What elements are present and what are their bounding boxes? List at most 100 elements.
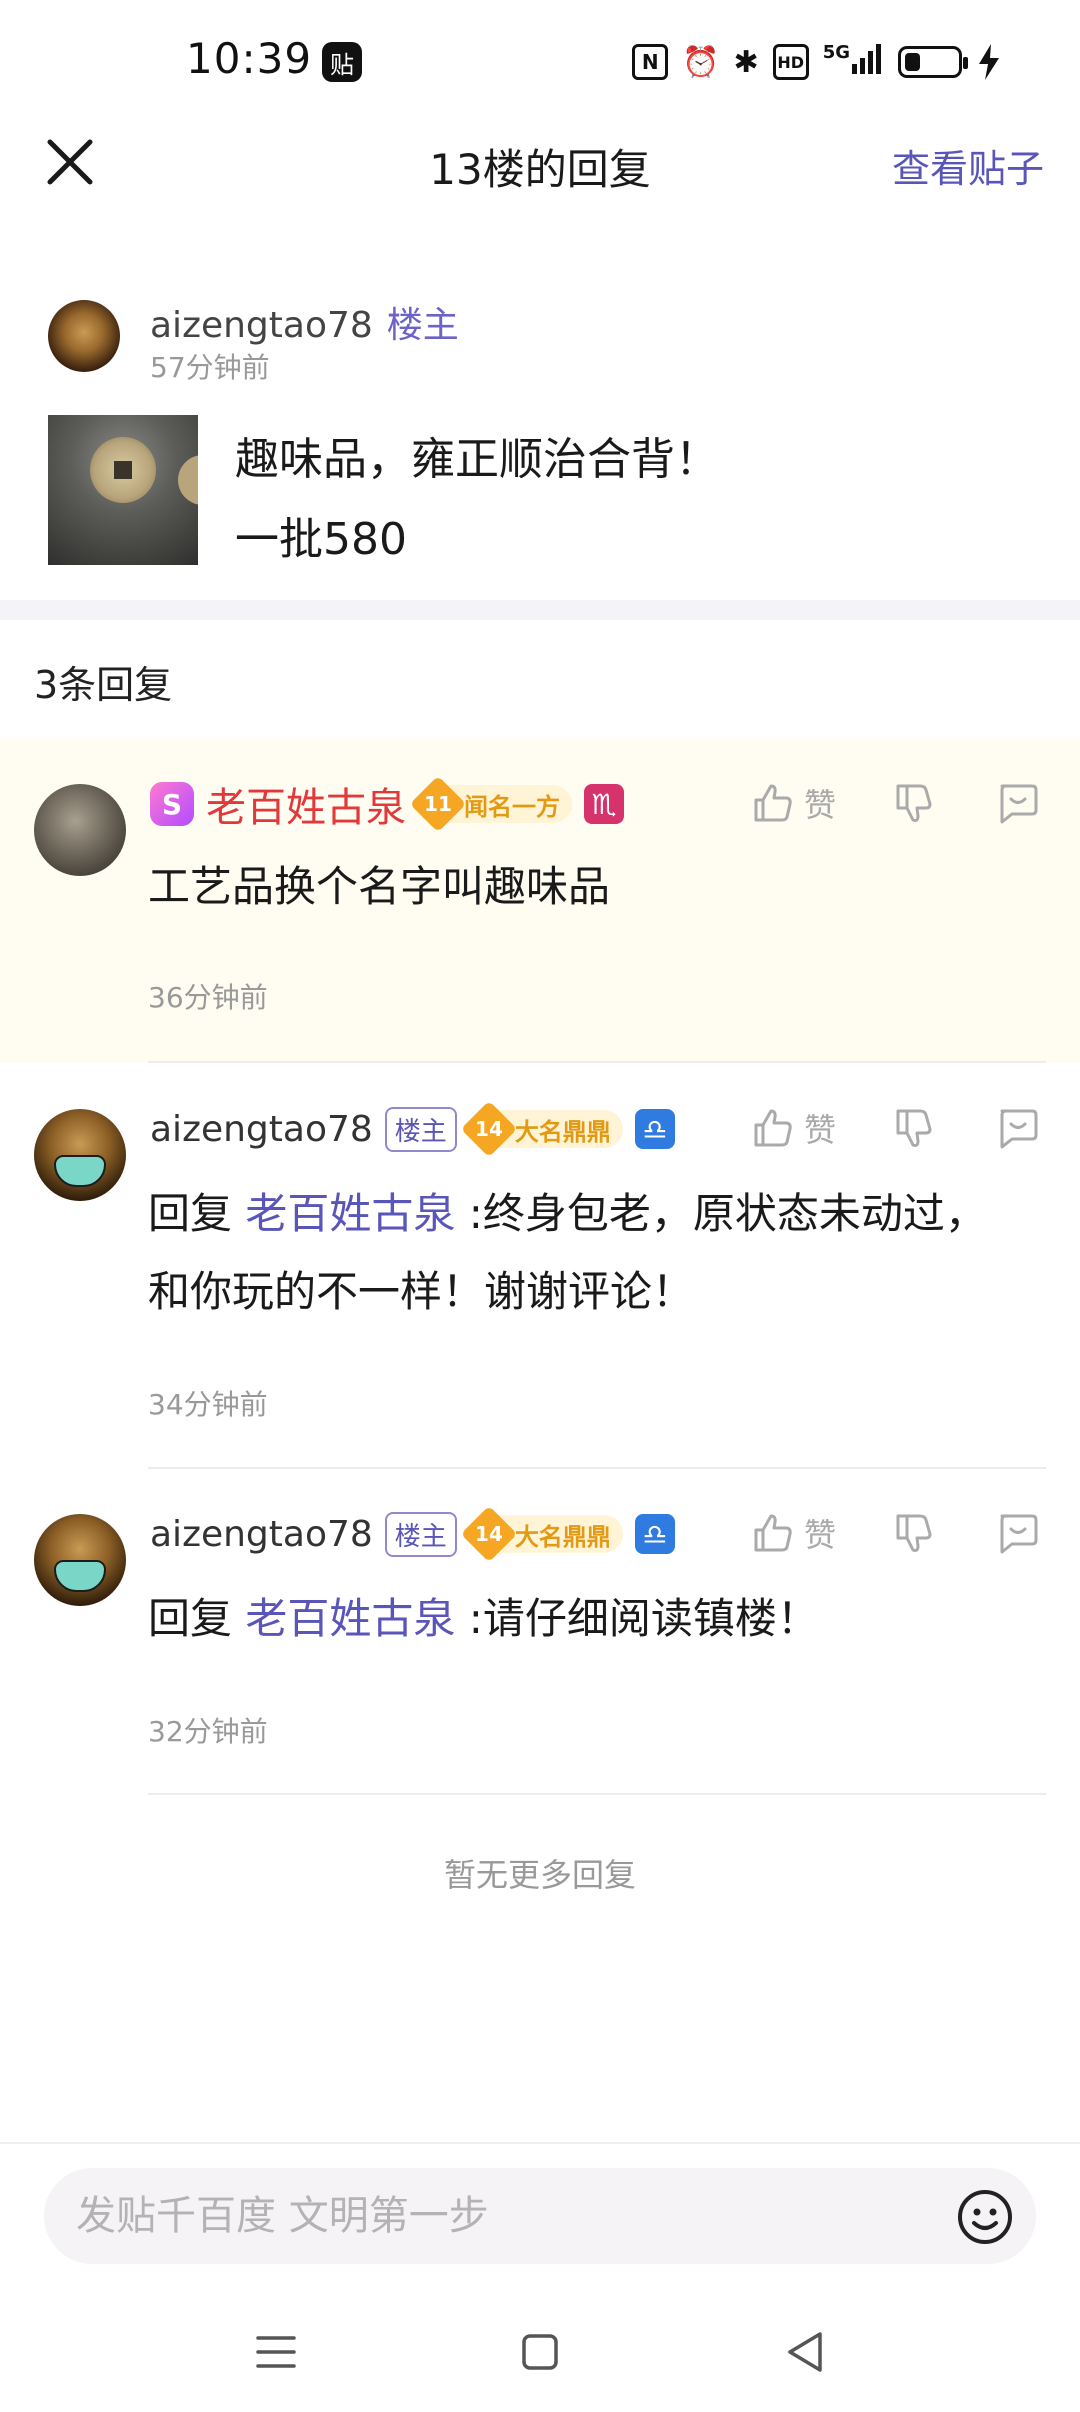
owner-tag: 楼主 <box>386 305 459 346</box>
level-number: 14 <box>460 1505 518 1563</box>
reply-header: S 老百姓古泉 11 闻名一方 ♏ <box>150 774 624 834</box>
close-button[interactable] <box>40 132 100 192</box>
avatar-mask-graphic <box>54 1155 106 1187</box>
reply-prefix: 回复 <box>148 1594 233 1643</box>
like-label: 赞 <box>803 786 836 824</box>
network-type: 5G <box>822 42 850 63</box>
reply-item: aizengtao78 楼主 14 大名鼎鼎 ♎ 赞 回复 老百姓古泉 :请仔细… <box>0 1468 1080 1795</box>
post-image-thumbnail[interactable] <box>48 415 198 565</box>
owner-tag: 楼主 <box>384 1511 457 1557</box>
close-icon <box>47 139 93 185</box>
level-badge: 11 闻名一方 <box>409 775 572 833</box>
compose-bar <box>0 2142 1080 2292</box>
thumbs-up-icon <box>754 1109 792 1147</box>
level-value: 11 <box>424 792 452 816</box>
battery-level <box>905 53 920 71</box>
floor-post: aizengtao78 楼主 57分钟前 趣味品，雍正顺治合背！ 一批580 <box>0 280 1080 598</box>
mention-link[interactable]: 老百姓古泉 <box>245 1189 455 1238</box>
back-button[interactable] <box>776 2322 836 2382</box>
reply-content: 工艺品换个名字叫趣味品 <box>148 862 611 911</box>
level-badge: 14 大名鼎鼎 <box>460 1505 623 1563</box>
reply-time: 34分钟前 <box>148 1388 268 1421</box>
reply-actions: 赞 <box>750 778 1040 828</box>
reply-content: 回复 老百姓古泉 :请仔细阅读镇楼！ <box>148 1580 1028 1658</box>
level-number: 14 <box>460 1100 518 1158</box>
nfc-icon: N <box>632 44 669 80</box>
reply-author[interactable]: aizengtao78 <box>150 1514 373 1555</box>
reply-comment-button[interactable] <box>994 1510 1040 1556</box>
like-button[interactable]: 赞 <box>750 1510 836 1556</box>
reply-author[interactable]: 老百姓古泉 <box>206 775 406 833</box>
thumbs-down-button[interactable] <box>892 1105 938 1151</box>
like-button[interactable]: 赞 <box>750 1105 836 1151</box>
reply-avatar[interactable] <box>34 784 126 876</box>
reply-author[interactable]: aizengtao78 <box>150 1109 373 1150</box>
level-number: 11 <box>409 775 467 833</box>
reply-actions: 赞 <box>750 1508 1040 1558</box>
like-label: 赞 <box>803 1111 836 1149</box>
reply-input[interactable] <box>76 2168 936 2264</box>
system-nav-bar <box>0 2292 1080 2412</box>
reply-avatar[interactable] <box>34 1109 126 1201</box>
battery-icon <box>898 46 968 78</box>
author-avatar[interactable] <box>48 300 120 372</box>
status-time: 10:39 <box>186 34 313 83</box>
zodiac-scorpio-icon: ♏ <box>584 784 624 824</box>
level-title: 闻名一方 <box>464 792 560 821</box>
status-bar: 10:39 贴 N ⏰ ✱ HD 5G <box>0 0 1080 120</box>
author-name[interactable]: aizengtao78 <box>150 305 373 346</box>
compose-box <box>44 2168 1036 2264</box>
coin-image-partial <box>178 455 198 505</box>
level-value: 14 <box>474 1117 503 1141</box>
post-content: 趣味品，雍正顺治合背！ 一批580 <box>235 420 719 580</box>
signal-bars-icon <box>852 44 881 74</box>
zodiac-libra-icon: ♎ <box>634 1514 675 1554</box>
author-line: aizengtao78 楼主 <box>150 296 459 348</box>
level-value: 14 <box>474 1522 503 1546</box>
thumbs-up-icon <box>754 1514 792 1552</box>
alarm-icon: ⏰ <box>682 44 720 80</box>
vip-badge-icon: S <box>150 782 194 826</box>
divider <box>148 1793 1046 1795</box>
header: 13楼的回复 查看贴子 <box>0 120 1080 210</box>
home-button[interactable] <box>510 2322 570 2382</box>
reply-count: 3条回复 <box>34 663 173 707</box>
reply-avatar[interactable] <box>34 1514 126 1606</box>
post-line-1: 趣味品，雍正顺治合背！ <box>235 434 719 485</box>
reply-comment-button[interactable] <box>994 1105 1040 1151</box>
owner-tag: 楼主 <box>384 1106 457 1152</box>
like-label: 赞 <box>803 1516 836 1554</box>
reply-prefix: 回复 <box>148 1189 233 1238</box>
thumbs-down-button[interactable] <box>892 1510 938 1556</box>
reply-header: aizengtao78 楼主 14 大名鼎鼎 ♎ <box>150 1504 675 1564</box>
avatar-mask-graphic <box>54 1560 106 1592</box>
reply-header: aizengtao78 楼主 14 大名鼎鼎 ♎ <box>150 1099 675 1159</box>
level-title: 大名鼎鼎 <box>514 1117 611 1146</box>
level-title: 大名鼎鼎 <box>514 1522 611 1551</box>
level-badge: 14 大名鼎鼎 <box>460 1100 623 1158</box>
reply-comment-button[interactable] <box>994 780 1040 826</box>
section-divider <box>0 600 1080 620</box>
reply-time: 32分钟前 <box>148 1715 268 1748</box>
view-post-link[interactable]: 查看贴子 <box>892 138 1044 193</box>
signal-5g-icon: 5G <box>823 42 884 82</box>
thumbs-up-icon <box>754 784 792 822</box>
thumbs-down-button[interactable] <box>892 780 938 826</box>
status-icons: N ⏰ ✱ HD 5G <box>632 40 1002 84</box>
like-button[interactable]: 赞 <box>750 780 836 826</box>
no-more-replies: 暂无更多回复 <box>443 1856 636 1894</box>
reply-text: :请仔细阅读镇楼！ <box>455 1594 819 1643</box>
mention-link[interactable]: 老百姓古泉 <box>245 1594 455 1643</box>
emoji-button[interactable] <box>956 2188 1014 2246</box>
coin-image <box>90 437 156 503</box>
menu-button[interactable] <box>246 2322 306 2382</box>
reply-item: S 老百姓古泉 11 闻名一方 ♏ 赞 工艺品换个名字叫趣味品 36分钟前 <box>0 738 1080 1063</box>
charging-icon <box>979 44 999 80</box>
reply-actions: 赞 <box>750 1103 1040 1153</box>
post-time: 57分钟前 <box>150 351 270 384</box>
reply-content: 回复 老百姓古泉 :终身包老，原状态未动过，和你玩的不一样！谢谢评论！ <box>148 1175 1028 1331</box>
post-line-2: 一批580 <box>235 514 407 565</box>
reply-item: aizengtao78 楼主 14 大名鼎鼎 ♎ 赞 回复 老百姓古泉 :终身包… <box>0 1063 1080 1469</box>
zodiac-libra-icon: ♎ <box>634 1109 675 1149</box>
bluetooth-icon: ✱ <box>733 44 759 80</box>
